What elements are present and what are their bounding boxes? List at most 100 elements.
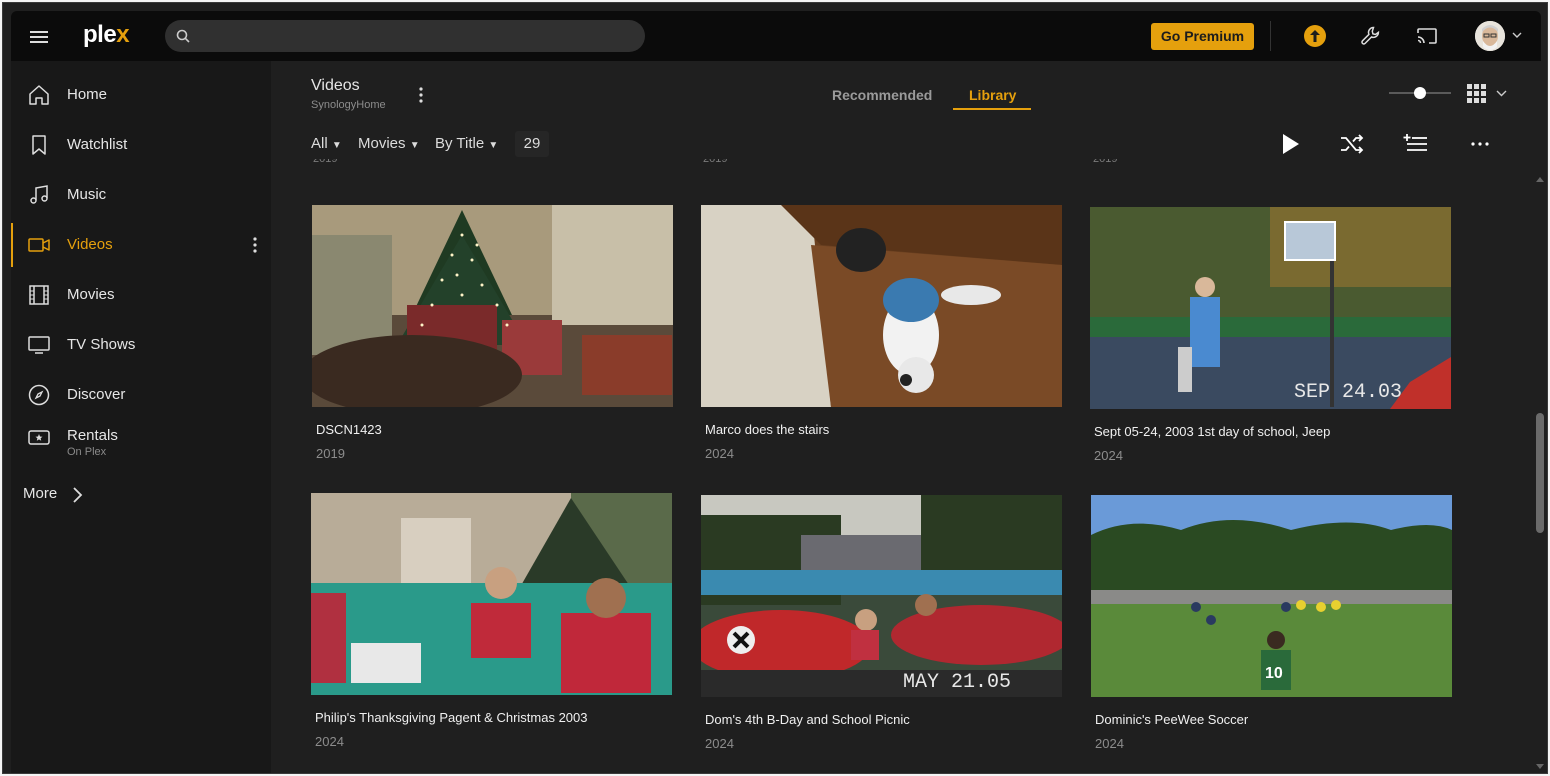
video-year: 2024 xyxy=(1094,448,1123,463)
sort-dropdown[interactable]: By Title ▼ xyxy=(435,135,498,152)
video-title[interactable]: Marco does the stairs xyxy=(705,422,829,437)
sidebar-item-label: Videos xyxy=(67,236,113,253)
sidebar-item-label: Discover xyxy=(67,386,126,403)
video-thumbnail[interactable]: SEP 24.03 xyxy=(1090,207,1451,409)
date-stamp: MAY 21.05 xyxy=(903,671,1011,694)
video-title[interactable]: DSCN1423 xyxy=(316,422,382,437)
caret-down-icon: ▼ xyxy=(331,140,342,151)
sidebar-item-label: TV Shows xyxy=(67,336,136,353)
monitor-icon xyxy=(28,336,50,354)
kids-christmas-thumbnail xyxy=(311,493,672,695)
scroll-up-arrow-icon[interactable] xyxy=(1535,175,1545,183)
home-icon xyxy=(29,85,49,105)
sidebar-item-music[interactable]: Music xyxy=(11,173,271,217)
wrench-settings-icon[interactable] xyxy=(1359,24,1383,48)
chevron-down-icon[interactable] xyxy=(1511,29,1523,41)
update-arrow-icon[interactable] xyxy=(1303,24,1327,48)
avatar-face-icon xyxy=(1475,21,1505,51)
video-title[interactable]: Dom's 4th B-Day and School Picnic xyxy=(705,712,910,727)
sidebar-item-label: Home xyxy=(67,86,108,103)
ticket-star-icon xyxy=(28,430,50,445)
filter-all-dropdown[interactable]: All ▼ xyxy=(311,135,342,152)
more-horizontal-icon[interactable] xyxy=(1467,131,1493,157)
video-year: 2024 xyxy=(705,736,734,751)
bookmark-icon xyxy=(32,135,46,155)
sidebar-item-label: Watchlist xyxy=(67,136,128,153)
video-thumbnail[interactable] xyxy=(701,205,1062,407)
active-tab-indicator xyxy=(953,108,1031,110)
compass-icon xyxy=(28,384,50,406)
video-year: 2024 xyxy=(705,446,734,461)
logo-text: ple xyxy=(83,21,117,48)
soccer-field-thumbnail: 10 xyxy=(1091,495,1452,697)
top-bar: plex Go Premium xyxy=(11,11,1541,61)
grid-view-icon[interactable] xyxy=(1465,81,1511,107)
tab-recommended[interactable]: Recommended xyxy=(832,87,932,103)
video-year: 2024 xyxy=(315,734,344,749)
film-strip-icon xyxy=(29,285,49,305)
cutoff-year: 2019 xyxy=(313,159,338,165)
more-vertical-icon[interactable] xyxy=(247,235,263,255)
play-icon[interactable] xyxy=(1277,131,1303,157)
video-camera-icon xyxy=(28,238,50,252)
plane-ride-thumbnail: MAY 21.05 xyxy=(701,495,1062,697)
sidebar: Home Watchlist Music Videos Movies TV Sh… xyxy=(11,61,271,773)
add-to-queue-icon[interactable] xyxy=(1403,131,1429,157)
library-server-name: SynologyHome xyxy=(311,99,386,111)
hamburger-menu-icon[interactable] xyxy=(27,25,51,49)
sidebar-item-rentals[interactable]: Rentals On Plex xyxy=(11,415,271,465)
search-input[interactable] xyxy=(199,20,639,52)
user-avatar[interactable] xyxy=(1475,21,1505,51)
cutoff-year: 2019 xyxy=(703,159,728,165)
christmas-tree-thumbnail xyxy=(312,205,673,407)
plex-logo[interactable]: plex xyxy=(83,21,130,49)
filter-all-label: All xyxy=(311,135,328,152)
cast-icon[interactable] xyxy=(1415,24,1439,48)
video-thumbnail[interactable] xyxy=(312,205,673,407)
music-note-icon xyxy=(30,185,48,204)
sidebar-item-tv-shows[interactable]: TV Shows xyxy=(11,323,271,367)
video-thumbnail[interactable]: MAY 21.05 xyxy=(701,495,1062,697)
cutoff-year: 2019 xyxy=(1093,159,1118,165)
video-title[interactable]: Philip's Thanksgiving Pagent & Christmas… xyxy=(315,710,588,725)
dog-on-stairs-thumbnail xyxy=(701,205,1062,407)
caret-down-icon: ▼ xyxy=(488,140,499,151)
sidebar-more-link[interactable]: More xyxy=(23,485,57,502)
video-thumbnail[interactable] xyxy=(311,493,672,695)
logo-x: x xyxy=(116,21,130,48)
video-title[interactable]: Sept 05-24, 2003 1st day of school, Jeep xyxy=(1094,424,1330,439)
search-bar[interactable] xyxy=(165,20,645,52)
scrollbar-thumb[interactable] xyxy=(1536,413,1544,533)
sidebar-item-discover[interactable]: Discover xyxy=(11,373,271,417)
sidebar-item-label: Movies xyxy=(67,286,115,303)
video-thumbnail[interactable]: 10 xyxy=(1091,495,1452,697)
video-year: 2024 xyxy=(1095,736,1124,751)
jersey-number: 10 xyxy=(1265,665,1283,682)
sidebar-item-sublabel: On Plex xyxy=(67,446,107,458)
item-count-badge: 29 xyxy=(515,131,549,157)
video-title[interactable]: Dominic's PeeWee Soccer xyxy=(1095,712,1248,727)
filter-type-dropdown[interactable]: Movies ▼ xyxy=(358,135,420,152)
poster-size-slider[interactable] xyxy=(1389,85,1451,101)
sidebar-item-videos[interactable]: Videos xyxy=(11,223,271,267)
caret-down-icon: ▼ xyxy=(409,140,420,151)
toolbar-divider xyxy=(1270,21,1271,51)
sidebar-item-label: Rentals xyxy=(67,427,118,444)
shuffle-icon[interactable] xyxy=(1339,131,1365,157)
basketball-court-thumbnail: SEP 24.03 xyxy=(1090,207,1451,409)
app-window: plex Go Premium Home Watchlist Music Vid… xyxy=(2,2,1548,774)
date-stamp: SEP 24.03 xyxy=(1294,381,1402,404)
tab-library[interactable]: Library xyxy=(969,87,1016,103)
sidebar-item-movies[interactable]: Movies xyxy=(11,273,271,317)
scroll-down-arrow-icon[interactable] xyxy=(1535,763,1545,771)
sidebar-item-label: Music xyxy=(67,186,107,203)
library-title: Videos xyxy=(311,77,360,94)
sidebar-item-home[interactable]: Home xyxy=(11,73,271,117)
chevron-right-icon[interactable] xyxy=(69,485,85,505)
sidebar-item-watchlist[interactable]: Watchlist xyxy=(11,123,271,167)
search-icon xyxy=(176,29,190,43)
more-vertical-icon[interactable] xyxy=(413,85,429,105)
video-year: 2019 xyxy=(316,446,345,461)
slider-thumb[interactable] xyxy=(1414,87,1426,99)
go-premium-button[interactable]: Go Premium xyxy=(1151,23,1254,50)
